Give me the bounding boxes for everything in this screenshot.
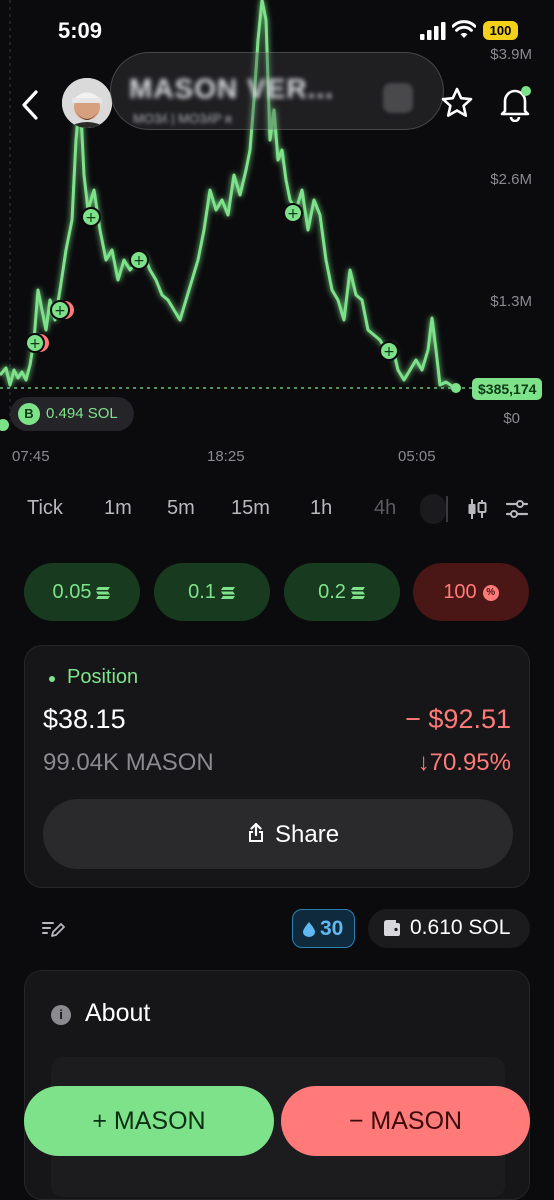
buy-marker[interactable]: + (25, 333, 45, 353)
svg-text:+: + (133, 253, 145, 269)
token-subtitle: MO3ʎ | MO3ʎP ʀ (133, 111, 233, 126)
token-name: MASON VER... (129, 73, 334, 104)
chart-settings-icon[interactable] (505, 497, 529, 521)
timeframe-scroll-indicator (420, 494, 446, 524)
percent-icon: % (482, 584, 499, 601)
quick-sell-button[interactable]: 100% (413, 563, 529, 621)
buy-marker[interactable]: + (81, 207, 101, 227)
quick-buy-button[interactable]: 0.05 (24, 563, 140, 621)
timeframe-1h[interactable]: 1h (310, 497, 332, 520)
solana-icon (96, 586, 111, 599)
timeframe-1m[interactable]: 1m (104, 497, 132, 520)
svg-text:+: + (383, 344, 395, 360)
timeframe-5m[interactable]: 5m (167, 497, 195, 520)
position-value: $38.15 (43, 704, 126, 734)
wallet-icon (384, 920, 400, 936)
position-quantity: 99.04K MASON (43, 749, 214, 776)
battery-indicator: 100 (483, 21, 518, 40)
divider (446, 496, 448, 522)
back-button[interactable] (18, 88, 44, 122)
position-status-dot (49, 676, 55, 682)
y-axis-label: $2.6M (490, 171, 532, 188)
buy-amount: 0.494 SOL (46, 405, 118, 422)
sell-token-button[interactable]: − MASON (281, 1086, 530, 1156)
buy-marker (0, 417, 11, 433)
timeframe-4h[interactable]: 4h (374, 497, 396, 520)
quick-buy-amount: 0.05 (52, 581, 92, 603)
about-title: About (85, 999, 151, 1027)
position-card: Position $38.15 − $92.51 99.04K MASON ↓7… (24, 645, 530, 888)
avatar-image (62, 78, 112, 128)
favorite-star-icon[interactable] (440, 86, 474, 120)
slippage-value: 30 (320, 917, 344, 940)
position-pnl: − $92.51 (405, 704, 511, 734)
status-time: 5:09 (58, 18, 103, 43)
solana-icon (350, 586, 365, 599)
solana-icon (220, 586, 235, 599)
buy-token-button[interactable]: + MASON (24, 1086, 274, 1156)
timeframe-tick[interactable]: Tick (27, 497, 63, 520)
token-title-pill[interactable]: MASON VER... MO3ʎ | MO3ʎP ʀ (110, 52, 444, 130)
edit-settings-icon[interactable] (42, 918, 66, 940)
current-price-dot (451, 383, 461, 393)
x-axis-label: 05:05 (398, 448, 436, 465)
avatar[interactable] (62, 78, 112, 128)
info-icon: i (51, 1005, 71, 1025)
svg-text:+: + (85, 210, 97, 226)
position-pnl-percent: ↓70.95% (417, 749, 511, 776)
timeframe-15m[interactable]: 15m (231, 497, 270, 520)
share-label: Share (275, 821, 340, 848)
buy-letter-badge: B (18, 403, 40, 425)
x-axis-label: 18:25 (207, 448, 245, 465)
buy-marker[interactable]: + (129, 250, 149, 270)
water-drop-icon (303, 922, 315, 937)
notification-bell-icon[interactable] (497, 84, 533, 122)
buy-position-tag[interactable]: B 0.494 SOL (10, 397, 134, 431)
share-button[interactable]: Share (43, 799, 513, 869)
cellular-signal-icon (420, 22, 446, 40)
wallet-balance-button[interactable]: 0.610 SOL (368, 909, 530, 948)
quick-buy-amount: 0.2 (318, 581, 346, 603)
about-card: i About (24, 970, 530, 1200)
position-title: Position (67, 666, 139, 688)
y-axis-label: $0 (503, 410, 520, 427)
svg-text:+: + (29, 336, 41, 352)
status-bar: 5:09 100 (0, 0, 554, 62)
quick-sell-percent: 100 (443, 581, 477, 603)
slippage-button[interactable]: 30 (292, 909, 355, 948)
x-axis-label: 07:45 (12, 448, 50, 465)
share-icon (249, 823, 263, 842)
svg-text:+: + (54, 303, 66, 319)
wallet-balance: 0.610 SOL (410, 916, 511, 939)
svg-text:+: + (287, 206, 299, 222)
share-icon (383, 83, 413, 113)
buy-marker[interactable]: + (50, 300, 70, 320)
quick-buy-button[interactable]: 0.1 (154, 563, 270, 621)
quick-buy-button[interactable]: 0.2 (284, 563, 400, 621)
buy-marker[interactable]: + (283, 203, 303, 223)
quick-buy-amount: 0.1 (188, 581, 216, 603)
current-price-tag: $385,174 (472, 378, 543, 400)
wifi-icon (452, 20, 476, 38)
y-axis-label: $1.3M (490, 293, 532, 310)
buy-marker[interactable]: + (379, 341, 399, 361)
candlestick-icon[interactable] (465, 497, 489, 521)
